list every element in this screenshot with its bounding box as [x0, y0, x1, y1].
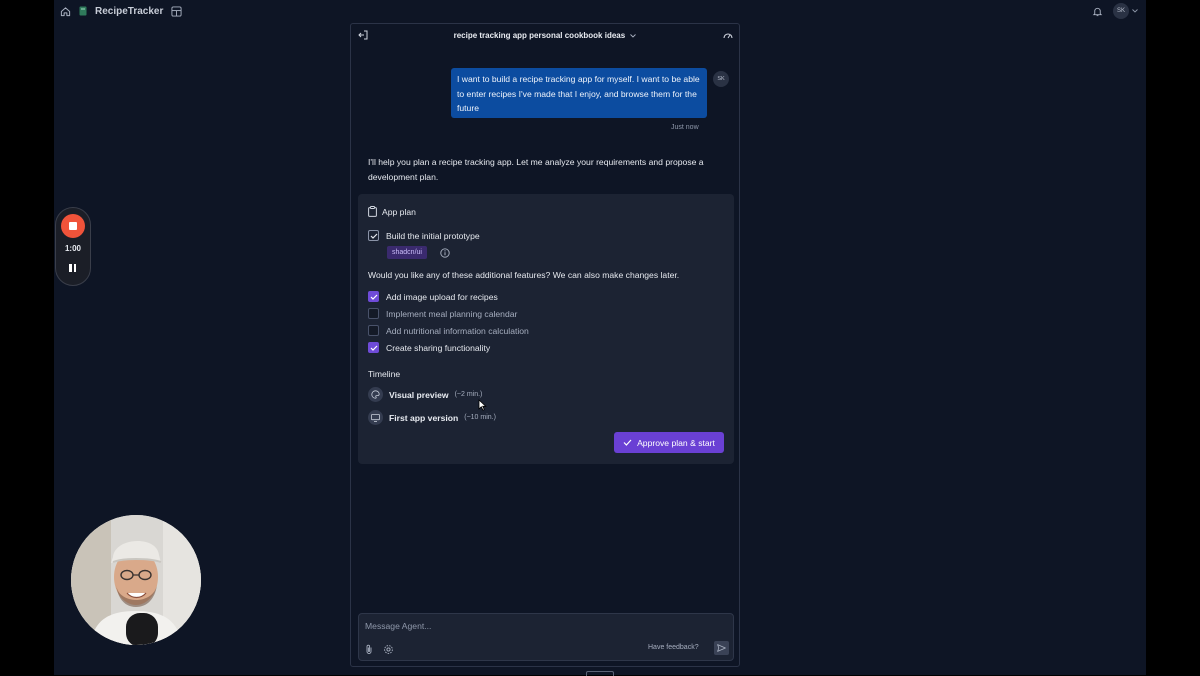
feature-row-image-upload[interactable]: Add image upload for recipes: [368, 291, 498, 302]
feature-label: Create sharing functionality: [386, 342, 491, 353]
feature-label: Add nutritional information calculation: [386, 325, 529, 336]
webcam-person-image: [71, 515, 201, 645]
user-message-bubble: I want to build a recipe tracking app fo…: [451, 68, 707, 118]
timeline-label: First app version: [389, 412, 459, 423]
monitor-icon: [368, 410, 383, 425]
layout-icon[interactable]: [171, 5, 182, 17]
settings-icon[interactable]: [383, 644, 394, 655]
chat-title[interactable]: recipe tracking app personal cookbook id…: [351, 31, 739, 40]
base-task-label: Build the initial prototype: [386, 230, 480, 241]
send-button[interactable]: [714, 641, 729, 655]
approve-label: Approve plan & start: [637, 437, 715, 448]
mouse-cursor-icon: [478, 398, 487, 416]
recording-timer: 1:00: [64, 244, 81, 253]
panel-header: recipe tracking app personal cookbook id…: [351, 24, 739, 48]
approve-plan-button[interactable]: Approve plan & start: [614, 432, 724, 453]
feature-checkbox[interactable]: [368, 308, 379, 319]
screen-recorder-widget: 1:00: [55, 207, 91, 286]
message-composer: Have feedback?: [358, 613, 734, 661]
palette-icon: [368, 387, 383, 402]
chevron-down-icon: [630, 34, 637, 38]
timeline-heading: Timeline: [368, 369, 401, 379]
top-bar: RecipeTracker SK: [54, 0, 1146, 22]
feature-row-sharing[interactable]: Create sharing functionality: [368, 342, 490, 353]
base-task-row: Build the initial prototype: [368, 230, 480, 241]
agent-message: I'll help you plan a recipe tracking app…: [368, 157, 704, 182]
avatar: SK: [1113, 3, 1129, 19]
plan-header: App plan: [368, 206, 416, 217]
stop-recording-button[interactable]: [61, 214, 85, 238]
pause-icon[interactable]: [69, 264, 76, 272]
chevron-down-icon: [1132, 9, 1138, 13]
avatar: SK: [713, 71, 729, 87]
repl-file-icon: [79, 6, 87, 16]
timeline-item: Visual preview (~2 min.): [368, 387, 482, 402]
timeline-duration: (~2 min.): [454, 391, 483, 398]
feature-label: Add image upload for recipes: [386, 291, 498, 302]
app-plan-card: App plan Build the initial prototype sha…: [358, 194, 734, 464]
bell-icon[interactable]: [1092, 6, 1103, 17]
tech-tag: shadcn/ui: [387, 246, 427, 259]
timeline-item: First app version (~10 min.): [368, 410, 496, 425]
paperclip-icon[interactable]: [365, 644, 373, 655]
message-input[interactable]: [365, 619, 665, 633]
speedometer-icon[interactable]: [723, 31, 733, 39]
feature-checkbox[interactable]: [368, 291, 379, 302]
timeline-label: Visual preview: [389, 389, 449, 400]
feature-row-nutrition[interactable]: Add nutritional information calculation: [368, 325, 529, 336]
base-task-checkbox: [368, 230, 379, 241]
message-timestamp: Just now: [671, 124, 699, 131]
plan-heading: App plan: [382, 206, 416, 217]
feature-checkbox[interactable]: [368, 342, 379, 353]
bottom-handle[interactable]: [586, 671, 614, 676]
feature-label: Implement meal planning calendar: [386, 308, 518, 319]
clipboard-icon: [368, 206, 377, 217]
feedback-link[interactable]: Have feedback?: [648, 644, 699, 651]
agent-chat-panel: recipe tracking app personal cookbook id…: [350, 23, 740, 667]
user-menu[interactable]: SK: [1113, 3, 1138, 19]
feature-row-meal-planning[interactable]: Implement meal planning calendar: [368, 308, 517, 319]
feature-checkbox[interactable]: [368, 325, 379, 336]
features-question: Would you like any of these additional f…: [368, 270, 680, 280]
info-icon[interactable]: [440, 248, 450, 258]
app-title[interactable]: RecipeTracker: [95, 6, 163, 17]
check-icon: [623, 439, 632, 446]
webcam-bubble: [71, 515, 201, 645]
home-icon[interactable]: [60, 6, 71, 17]
